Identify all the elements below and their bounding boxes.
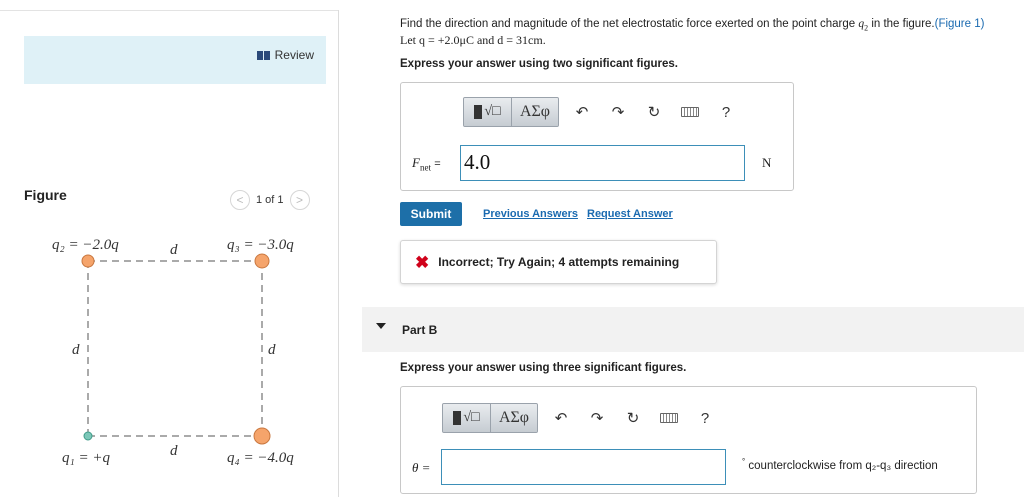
- charge-square-figure: q₂ = −2.0q q₃ = −3.0q d d d d q₁ = +q q₄…: [52, 237, 294, 466]
- greek-symbols-button[interactable]: ΑΣφ: [491, 404, 537, 432]
- part-a-answer-box: √□ ΑΣφ ↶ ↷ ↻ ? Fnet = 4.0 N: [400, 82, 794, 191]
- given-values: Let q = +2.0μC and d = 31cm.: [400, 33, 546, 47]
- pager-text: 1 of 1: [256, 194, 284, 206]
- fnet-symbol: F: [412, 155, 420, 170]
- keyboard-button[interactable]: [677, 99, 703, 125]
- math-toolbar: √□ ΑΣφ ↶ ↷ ↻ ?: [463, 97, 739, 127]
- book-icon: [256, 50, 270, 60]
- figure-pager: < 1 of 1 >: [230, 190, 310, 210]
- unit-label: N: [762, 155, 772, 170]
- reset-icon[interactable]: ↻: [620, 405, 646, 431]
- greek-symbols-button[interactable]: ΑΣφ: [512, 98, 558, 126]
- math-toolbar: √□ ΑΣφ ↶ ↷ ↻ ?: [442, 403, 718, 433]
- template-icon: [453, 411, 462, 425]
- fnet-label: Fnet =: [412, 155, 441, 173]
- sqrt-icon: √□: [484, 104, 501, 119]
- figure-link[interactable]: (Figure 1): [935, 18, 985, 30]
- part-b-instruction: Express your answer using three signific…: [400, 362, 687, 374]
- label-d-left: d: [72, 342, 80, 358]
- label-q3: q₃ = −3.0q: [227, 237, 294, 253]
- template-group: √□ ΑΣφ: [442, 403, 538, 433]
- problem-text-end: in the figure.: [868, 18, 935, 30]
- prev-figure-button[interactable]: <: [230, 190, 250, 210]
- undo-icon[interactable]: ↶: [548, 405, 574, 431]
- problem-text-start: Find the direction and magnitude of the …: [400, 18, 859, 30]
- charge-q1: [83, 431, 93, 441]
- fnet-input[interactable]: 4.0: [460, 145, 745, 181]
- submit-button[interactable]: Submit: [400, 202, 462, 226]
- charge-q3: [254, 253, 270, 269]
- keyboard-icon: [681, 107, 699, 117]
- previous-answers-link[interactable]: Previous Answers: [483, 208, 578, 220]
- panel-divider: [338, 10, 339, 497]
- error-x-icon: ✖: [415, 252, 430, 272]
- undo-icon[interactable]: ↶: [569, 99, 595, 125]
- collapse-triangle-icon: [376, 323, 386, 329]
- help-icon[interactable]: ?: [692, 405, 718, 431]
- templates-button[interactable]: √□: [464, 98, 512, 126]
- charge-q2: [81, 254, 95, 268]
- direction-text: counterclockwise from q₂-q₃ direction: [745, 459, 938, 472]
- review-button[interactable]: Review: [256, 48, 314, 62]
- keyboard-icon: [660, 413, 678, 423]
- divider-line: [0, 10, 338, 11]
- request-answer-link[interactable]: Request Answer: [587, 208, 673, 220]
- keyboard-button[interactable]: [656, 405, 682, 431]
- review-label: Review: [274, 48, 314, 62]
- part-a-instruction: Express your answer using two significan…: [400, 58, 678, 70]
- figure-heading: Figure: [24, 187, 67, 203]
- help-icon[interactable]: ?: [713, 99, 739, 125]
- charge-q4: [253, 427, 271, 445]
- template-group: √□ ΑΣφ: [463, 97, 559, 127]
- part-b-title: Part B: [402, 323, 438, 337]
- label-d-right: d: [268, 342, 276, 358]
- label-q2: q₂ = −2.0q: [52, 237, 119, 253]
- label-d-top: d: [170, 242, 178, 258]
- template-icon: [474, 105, 483, 119]
- feedback-message: ✖ Incorrect; Try Again; 4 attempts remai…: [400, 240, 717, 284]
- feedback-text: Incorrect; Try Again; 4 attempts remaini…: [438, 255, 680, 269]
- review-bar: Review: [24, 36, 326, 84]
- theta-input[interactable]: [441, 449, 726, 485]
- label-q4: q₄ = −4.0q: [227, 450, 294, 466]
- fnet-subscript: net: [419, 162, 431, 173]
- sqrt-icon: √□: [463, 410, 480, 425]
- figure-panel: Review Figure < 1 of 1 > q₂ = −2.0q q₃ =…: [0, 0, 338, 497]
- direction-unit: ° counterclockwise from q₂-q₃ direction: [742, 457, 938, 472]
- redo-icon[interactable]: ↷: [584, 405, 610, 431]
- part-b-header[interactable]: Part B: [362, 307, 1024, 352]
- label-d-bottom: d: [170, 443, 178, 459]
- templates-button[interactable]: √□: [443, 404, 491, 432]
- fnet-equals: =: [434, 158, 441, 170]
- redo-icon[interactable]: ↷: [605, 99, 631, 125]
- reset-icon[interactable]: ↻: [641, 99, 667, 125]
- part-b-answer-box: √□ ΑΣφ ↶ ↷ ↻ ? θ = ° counterclockwise fr…: [400, 386, 977, 494]
- label-q1: q₁ = +q: [62, 450, 110, 466]
- theta-label: θ =: [412, 460, 431, 475]
- next-figure-button[interactable]: >: [289, 190, 310, 210]
